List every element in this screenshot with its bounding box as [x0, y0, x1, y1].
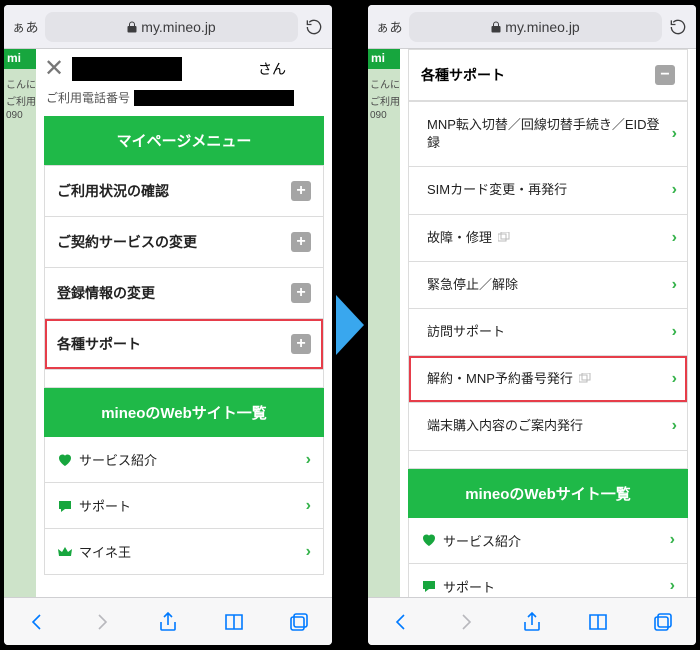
url-text: my.mineo.jp — [505, 19, 579, 35]
tabs-icon[interactable] — [650, 609, 676, 635]
chevron-right-icon: › — [672, 125, 677, 143]
plus-icon: + — [291, 334, 311, 354]
link-label: マイネ王 — [79, 542, 131, 561]
url-text: my.mineo.jp — [141, 19, 215, 35]
chevron-right-icon: › — [672, 181, 677, 199]
refresh-icon[interactable] — [668, 17, 688, 37]
external-link-icon — [579, 370, 591, 388]
menu-item[interactable]: 各種サポート + — [45, 319, 323, 370]
chevron-right-icon: › — [672, 229, 677, 247]
user-suffix: さん — [252, 59, 292, 79]
chevron-right-icon: › — [306, 543, 311, 561]
external-link-icon — [498, 229, 510, 247]
chevron-right-icon: › — [670, 531, 675, 549]
web-sites-header: mineoのWebサイト一覧 — [408, 469, 688, 518]
link-item[interactable]: サポート › — [409, 564, 687, 598]
phone-right: ぁあ my.mineo.jp mi こんに ご利用 090 各種サポート − M… — [368, 5, 696, 645]
link-item[interactable]: サービス紹介 › — [45, 437, 323, 483]
sub-item-label: SIMカード変更・再発行 — [427, 181, 567, 199]
close-icon[interactable]: ✕ — [36, 51, 72, 87]
menu-item-label: 登録情報の変更 — [57, 283, 155, 303]
minus-icon: − — [655, 65, 675, 85]
refresh-icon[interactable] — [304, 17, 324, 37]
crown-icon — [57, 544, 73, 560]
support-sub-item[interactable]: SIMカード変更・再発行 › — [409, 167, 687, 214]
plus-icon: + — [291, 283, 311, 303]
sub-item-label: 解約・MNP予約番号発行 — [427, 370, 573, 388]
sub-item-label: 緊急停止／解除 — [427, 276, 518, 294]
bookmarks-icon[interactable] — [585, 609, 611, 635]
menu-item-label: 各種サポート — [57, 334, 141, 354]
support-sub-item[interactable]: 緊急停止／解除 › — [409, 262, 687, 309]
mypage-menu-header: マイページメニュー — [44, 116, 324, 165]
chevron-right-icon: › — [306, 497, 311, 515]
menu-item[interactable]: 登録情報の変更 + — [45, 268, 323, 319]
support-category-expanded[interactable]: 各種サポート − — [408, 49, 688, 101]
chevron-right-icon: › — [672, 417, 677, 435]
heart-icon — [57, 452, 73, 468]
chat-icon — [57, 498, 73, 514]
plus-icon: + — [291, 232, 311, 252]
tel-label: ご利用電話番号 — [46, 89, 130, 106]
chevron-right-icon: › — [672, 370, 677, 388]
menu-item-label: ご利用状況の確認 — [57, 181, 169, 201]
link-label: サポート — [79, 496, 131, 515]
chevron-right-icon: › — [672, 276, 677, 294]
forward-icon — [89, 609, 115, 635]
ios-toolbar — [4, 597, 332, 645]
chevron-right-icon: › — [306, 451, 311, 469]
share-icon[interactable] — [519, 609, 545, 635]
menu-item-label: ご契約サービスの変更 — [57, 232, 197, 252]
username-redacted — [72, 57, 182, 81]
link-label: サポート — [443, 577, 495, 596]
link-item[interactable]: マイネ王 › — [45, 529, 323, 575]
link-label: サービス紹介 — [79, 450, 157, 469]
lock-icon — [127, 21, 137, 33]
forward-icon — [453, 609, 479, 635]
support-sub-item[interactable]: 端末購入内容のご案内発行 › — [409, 403, 687, 450]
chevron-right-icon: › — [672, 323, 677, 341]
bookmarks-icon[interactable] — [221, 609, 247, 635]
menu-item[interactable]: ご利用状況の確認 + — [45, 165, 323, 217]
background-page-sliver: mi こんに ご利用 090 — [368, 49, 400, 597]
phone-left: ぁあ my.mineo.jp mi こんに ご利用 090 ✕ さん ご利用電話… — [4, 5, 332, 645]
sub-item-label: 端末購入内容のご案内発行 — [427, 417, 583, 435]
sub-item-label: 故障・修理 — [427, 229, 492, 247]
share-icon[interactable] — [155, 609, 181, 635]
support-sub-item[interactable]: 訪問サポート › — [409, 309, 687, 356]
web-sites-header: mineoのWebサイト一覧 — [44, 388, 324, 437]
text-size-control[interactable]: ぁあ — [376, 17, 403, 36]
heart-icon — [421, 532, 437, 548]
tabs-icon[interactable] — [286, 609, 312, 635]
tel-redacted — [134, 90, 294, 106]
background-page-sliver: mi こんに ご利用 090 — [4, 49, 36, 597]
back-icon[interactable] — [388, 609, 414, 635]
arrow-icon — [336, 295, 364, 355]
url-box[interactable]: my.mineo.jp — [45, 12, 298, 42]
ios-address-bar: ぁあ my.mineo.jp — [368, 5, 696, 49]
plus-icon: + — [291, 181, 311, 201]
sub-item-label: MNP転入切替／回線切替手続き／EID登録 — [427, 116, 662, 152]
link-item[interactable]: サービス紹介 › — [409, 518, 687, 564]
back-icon[interactable] — [24, 609, 50, 635]
chevron-right-icon: › — [670, 577, 675, 595]
support-sub-item[interactable]: MNP転入切替／回線切替手続き／EID登録 › — [409, 101, 687, 167]
category-label: 各種サポート — [421, 65, 505, 85]
text-size-control[interactable]: ぁあ — [12, 17, 39, 36]
ios-address-bar: ぁあ my.mineo.jp — [4, 5, 332, 49]
link-item[interactable]: サポート › — [45, 483, 323, 529]
menu-item[interactable]: ご契約サービスの変更 + — [45, 217, 323, 268]
support-sub-item[interactable]: 故障・修理 › — [409, 215, 687, 262]
ios-toolbar — [368, 597, 696, 645]
url-box[interactable]: my.mineo.jp — [409, 12, 662, 42]
chat-icon — [421, 578, 437, 594]
link-label: サービス紹介 — [443, 531, 521, 550]
sub-item-label: 訪問サポート — [427, 323, 505, 341]
support-sub-item[interactable]: 解約・MNP予約番号発行 › — [409, 356, 687, 403]
lock-icon — [491, 21, 501, 33]
